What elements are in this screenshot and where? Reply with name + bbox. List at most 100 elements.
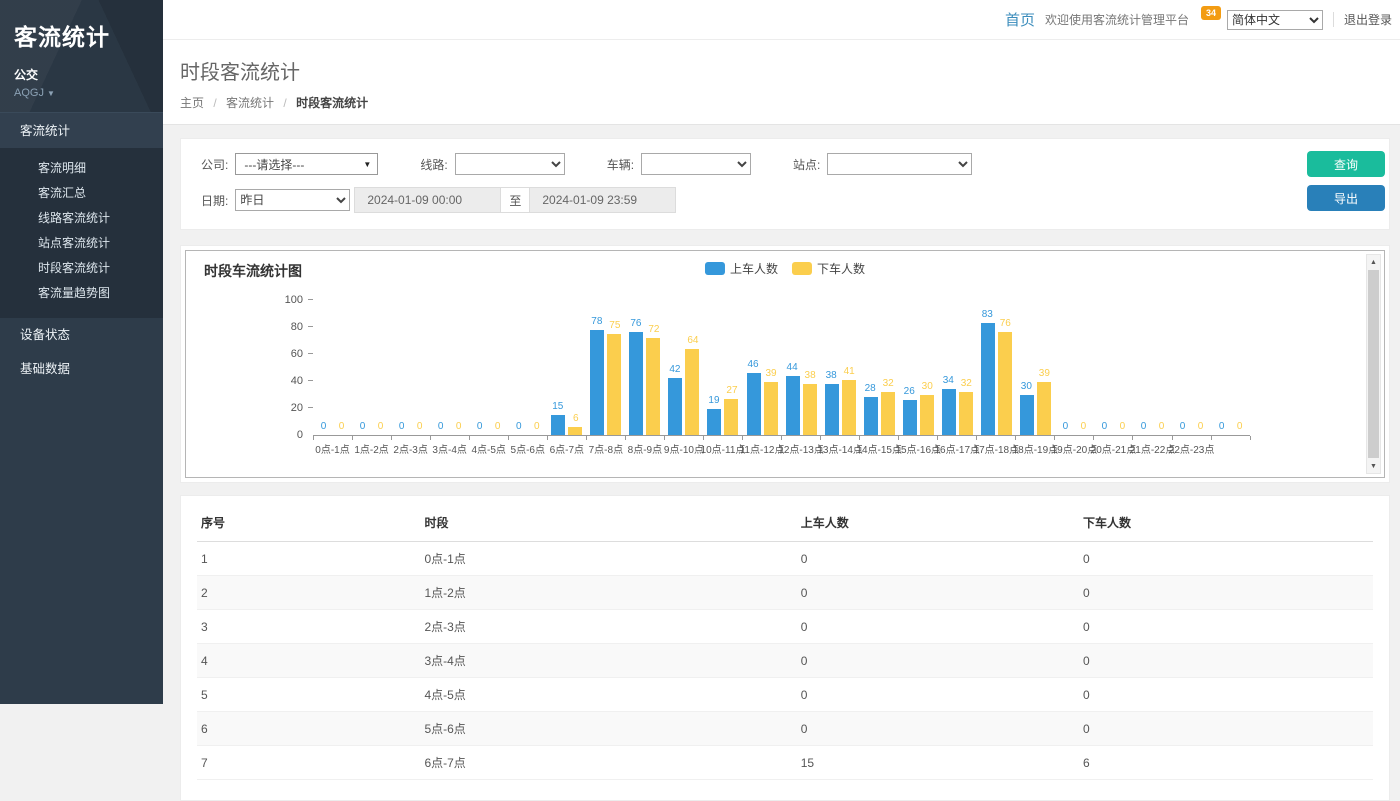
logo-area: 客流统计 公交 AQGJ▼ xyxy=(0,0,163,112)
table-cell: 0 xyxy=(1079,576,1373,610)
table-cell: 0 xyxy=(797,576,1079,610)
bar-group: 004点-5点 xyxy=(469,301,508,435)
breadcrumb-home[interactable]: 主页 xyxy=(180,96,204,110)
scrollbar-thumb[interactable] xyxy=(1368,270,1379,458)
bar-value-label: 0 xyxy=(1081,421,1087,432)
export-button[interactable]: 导出 xyxy=(1307,185,1385,211)
company-select[interactable]: ---请选择--- ▼ xyxy=(235,153,378,175)
table-header-cell: 时段 xyxy=(420,504,796,542)
bar-alighting xyxy=(607,334,621,435)
bar-group: 0022点-23点 xyxy=(1172,301,1211,435)
filter-panel: 公司: ---请选择--- ▼ 线路: 车辆: 站点: 日期: 昨日 xyxy=(180,138,1390,230)
bar-group: 0021点-22点 xyxy=(1133,301,1172,435)
sidebar-section-passenger-stats[interactable]: 客流统计 xyxy=(0,112,163,148)
breadcrumb-separator: / xyxy=(213,96,216,110)
sidebar-subitem-2[interactable]: 线路客流统计 xyxy=(0,206,163,231)
bar-group: 443812点-13点 xyxy=(782,301,821,435)
date-to-input[interactable] xyxy=(529,187,676,213)
bar-group: 192710点-11点 xyxy=(703,301,742,435)
sidebar-item-0[interactable]: 设备状态 xyxy=(0,318,163,352)
table-header-cell: 序号 xyxy=(197,504,420,542)
bar-alighting xyxy=(998,332,1012,435)
bar-value-label: 64 xyxy=(687,335,698,346)
table-cell: 0 xyxy=(1079,542,1373,576)
table-cell: 6点-7点 xyxy=(420,746,796,780)
x-axis-label: 4点-5点 xyxy=(471,441,505,456)
y-axis-label: 20 xyxy=(273,403,303,414)
content: 公司: ---请选择--- ▼ 线路: 车辆: 站点: 日期: 昨日 xyxy=(163,125,1400,801)
sidebar-subitem-1[interactable]: 客流汇总 xyxy=(0,181,163,206)
y-axis-tick xyxy=(308,299,313,300)
x-axis-label: 9点-10点 xyxy=(664,441,704,456)
scroll-down-icon[interactable]: ▼ xyxy=(1367,459,1380,473)
legend-item-alighting[interactable]: 下车人数 xyxy=(792,260,865,277)
bar-value-label: 15 xyxy=(552,401,563,412)
bar-group: 00 xyxy=(1211,301,1250,435)
notification-badge: 34 xyxy=(1201,6,1221,20)
vehicle-select[interactable] xyxy=(641,153,751,175)
bar-group: 303918点-19点 xyxy=(1016,301,1055,435)
bar-value-label: 30 xyxy=(922,381,933,392)
legend-item-boarding[interactable]: 上车人数 xyxy=(705,260,778,277)
table-cell: 2点-3点 xyxy=(420,610,796,644)
chart-scrollbar[interactable]: ▲ ▼ xyxy=(1366,254,1381,474)
bar-alighting xyxy=(764,382,778,435)
scroll-up-icon[interactable]: ▲ xyxy=(1367,255,1380,269)
breadcrumb-passenger-stats[interactable]: 客流统计 xyxy=(226,96,274,110)
logout-link[interactable]: 退出登录 xyxy=(1344,11,1392,28)
sidebar-subitem-5[interactable]: 客流量趋势图 xyxy=(0,281,163,306)
bar-boarding xyxy=(1020,395,1034,436)
station-select[interactable] xyxy=(827,153,972,175)
query-button[interactable]: 查询 xyxy=(1307,151,1385,177)
bar-value-label: 0 xyxy=(1159,421,1165,432)
table-cell: 0 xyxy=(797,610,1079,644)
sidebar-subitem-0[interactable]: 客流明细 xyxy=(0,156,163,181)
table-cell: 2 xyxy=(197,576,420,610)
breadcrumb-separator: / xyxy=(283,96,286,110)
date-preset-select[interactable]: 昨日 xyxy=(235,189,350,211)
bar-boarding xyxy=(825,384,839,435)
bar-alighting xyxy=(724,399,738,435)
filter-row-1: 公司: ---请选择--- ▼ 线路: 车辆: 站点: xyxy=(201,153,1369,175)
bar-value-label: 0 xyxy=(516,421,522,432)
bar-value-label: 0 xyxy=(321,421,327,432)
table-header-cell: 上车人数 xyxy=(797,504,1079,542)
table-cell: 1点-2点 xyxy=(420,576,796,610)
chart-panel: 时段车流统计图 上车人数 下车人数 020406080100000点-1点001… xyxy=(180,245,1390,483)
table-row: 54点-5点00 xyxy=(197,678,1373,712)
bar-value-label: 32 xyxy=(961,378,972,389)
sidebar-menu: 客流统计 客流明细客流汇总线路客流统计站点客流统计时段客流统计客流量趋势图 设备… xyxy=(0,112,163,386)
sidebar-item-1[interactable]: 基础数据 xyxy=(0,352,163,386)
sidebar-subitem-4[interactable]: 时段客流统计 xyxy=(0,256,163,281)
legend-label-alighting: 下车人数 xyxy=(817,260,865,277)
sidebar-subitem-3[interactable]: 站点客流统计 xyxy=(0,231,163,256)
bar-value-label: 0 xyxy=(1063,421,1069,432)
hourly-stats-table: 序号时段上车人数下车人数 10点-1点0021点-2点0032点-3点0043点… xyxy=(197,504,1373,780)
bar-boarding xyxy=(668,378,682,435)
date-range-separator: 至 xyxy=(501,187,529,213)
breadcrumb-current: 时段客流统计 xyxy=(296,96,368,110)
bar-boarding xyxy=(864,397,878,435)
org-code-label: AQGJ xyxy=(14,87,44,99)
line-select[interactable] xyxy=(455,153,565,175)
bar-value-label: 34 xyxy=(943,375,954,386)
bar-alighting xyxy=(646,338,660,435)
chevron-down-icon: ▼ xyxy=(47,89,55,98)
language-select[interactable]: 简体中文 xyxy=(1227,10,1323,30)
date-from-input[interactable] xyxy=(354,187,501,213)
bar-value-label: 0 xyxy=(339,421,345,432)
table-cell: 7 xyxy=(197,746,420,780)
station-label: 站点: xyxy=(793,156,820,173)
table-cell: 0 xyxy=(1079,610,1373,644)
bar-value-label: 78 xyxy=(591,316,602,327)
home-link[interactable]: 首页 xyxy=(1005,9,1035,30)
bar-value-label: 0 xyxy=(1237,421,1243,432)
bar-value-label: 83 xyxy=(982,309,993,320)
bar-group: 0020点-21点 xyxy=(1094,301,1133,435)
bar-group: 263015点-16点 xyxy=(899,301,938,435)
table-cell: 0 xyxy=(1079,644,1373,678)
page-title: 时段客流统计 xyxy=(180,56,1383,85)
org-selector[interactable]: AQGJ▼ xyxy=(14,87,149,99)
x-axis-label: 2点-3点 xyxy=(393,441,427,456)
table-cell: 6 xyxy=(197,712,420,746)
